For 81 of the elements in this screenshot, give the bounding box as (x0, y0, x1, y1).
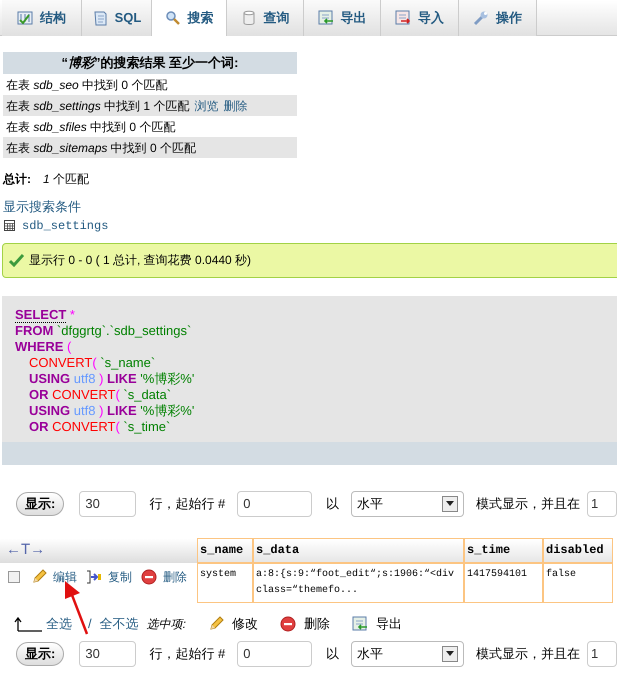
row-action-link[interactable]: 复制 (108, 568, 132, 586)
mode-select[interactable]: 水平 (351, 490, 464, 516)
tab[interactable]: 搜索 (152, 0, 227, 36)
sql-line: USING utf8 ) LIKE '%博彩%' (28, 402, 194, 418)
corner-arrow-icon (14, 616, 42, 632)
success-message: 显示行 0 - 0 ( 1 总计, 查询花费 0.0440 秒) (2, 242, 617, 278)
sort-arrows[interactable]: ←T→ (6, 538, 46, 562)
bulk-action-button[interactable]: 删除 (304, 614, 330, 634)
show-criteria-link[interactable]: 显示搜索条件 (3, 197, 81, 216)
table-cell: a:8:{s:9:“foot_edit“;s:1906:“<div class=“themefo... (253, 562, 464, 602)
row-checkbox[interactable] (8, 570, 20, 582)
sql-line: WHERE ( (15, 338, 72, 354)
import-icon (395, 10, 411, 26)
sql-line: USING utf8 ) LIKE '%博彩%' (28, 370, 194, 386)
tab[interactable]: SQL (82, 0, 152, 36)
copy-icon (86, 568, 102, 584)
tab[interactable]: 操作 (459, 0, 537, 36)
result-link[interactable]: 浏览 (194, 96, 218, 114)
sql-line: CONVERT( `s_name` (28, 354, 156, 370)
check-all-link[interactable]: 全选 (46, 614, 72, 634)
export-icon (352, 616, 368, 632)
start-row-field[interactable]: 0 (237, 490, 312, 516)
result-text: 在表 sdb_settings 中找到 1 个匹配 (6, 98, 190, 114)
sql-line: OR CONVERT( `s_data` (28, 386, 172, 402)
tab[interactable]: 导出 (304, 0, 381, 36)
sql-line: SELECT * (15, 306, 75, 322)
show-button[interactable]: 显示: (16, 492, 64, 516)
repeat-headers-field[interactable]: 1 (587, 640, 617, 666)
row-action-link[interactable]: 编辑 (53, 568, 77, 586)
result-text: 在表 sdb_sitemaps 中找到 0 个匹配 (6, 140, 196, 156)
column-header[interactable]: s_time (464, 538, 543, 562)
rows-field[interactable]: 30 (79, 490, 136, 516)
repeat-headers-field[interactable]: 1 (587, 490, 617, 516)
database-icon (240, 10, 256, 26)
sql-line: FROM `dfggrtg`.`sdb_settings` (15, 322, 192, 338)
row-action-link[interactable]: 删除 (163, 568, 187, 586)
bulk-action-button[interactable]: 修改 (232, 614, 258, 634)
search-icon (164, 10, 180, 26)
table-link[interactable]: sdb_settings (22, 216, 108, 234)
export-icon (318, 10, 334, 26)
separator: / (88, 614, 92, 633)
wrench-icon (473, 10, 489, 26)
table-cell: 1417594101 (464, 562, 543, 602)
mode-label: 以 (326, 644, 340, 663)
tab[interactable]: 查询 (227, 0, 304, 36)
table-cell: false (543, 562, 613, 602)
pencil-icon (208, 616, 224, 632)
sql-line: OR CONVERT( `s_time` (28, 418, 170, 434)
display-mode-label: 模式显示，并且在 (476, 494, 580, 513)
bulk-action-button[interactable]: 导出 (376, 614, 402, 634)
column-header[interactable]: s_data (253, 538, 464, 562)
rows-label: 行，起始行 # (149, 494, 226, 513)
mode-select[interactable]: 水平 (351, 640, 464, 666)
delete-icon (280, 616, 296, 632)
delete-icon (141, 568, 157, 584)
with-selected-label: 选中项: (146, 616, 186, 632)
tab[interactable]: 导入 (381, 0, 459, 36)
rows-label: 行，起始行 # (149, 644, 226, 663)
rows-field[interactable]: 30 (79, 640, 136, 666)
tab[interactable]: 结构 (2, 0, 82, 36)
show-button[interactable]: 显示: (16, 642, 64, 666)
result-text: 在表 sdb_seo 中找到 0 个匹配 (6, 76, 168, 94)
table-icon (4, 220, 15, 231)
total-value: 1 个匹配 (43, 171, 90, 188)
result-text: 在表 sdb_sfiles 中找到 0 个匹配 (6, 118, 176, 136)
total-label: 总计: (3, 171, 31, 188)
results-heading: “博彩”的搜索结果 至少一个词: (3, 52, 297, 74)
mode-label: 以 (326, 494, 340, 513)
dropdown-icon (442, 646, 458, 662)
column-header[interactable]: disabled (543, 538, 613, 562)
column-header[interactable]: s_name (197, 538, 253, 562)
start-row-field[interactable]: 0 (237, 640, 312, 666)
result-link[interactable]: 删除 (223, 96, 248, 114)
document-icon (92, 10, 108, 26)
display-mode-label: 模式显示，并且在 (476, 644, 580, 663)
dropdown-icon (442, 496, 458, 512)
uncheck-all-link[interactable]: 全不选 (100, 614, 139, 634)
table-cell: system (197, 562, 253, 602)
check-icon (9, 253, 24, 267)
pencil-icon (31, 568, 47, 584)
structure-icon (17, 10, 33, 26)
